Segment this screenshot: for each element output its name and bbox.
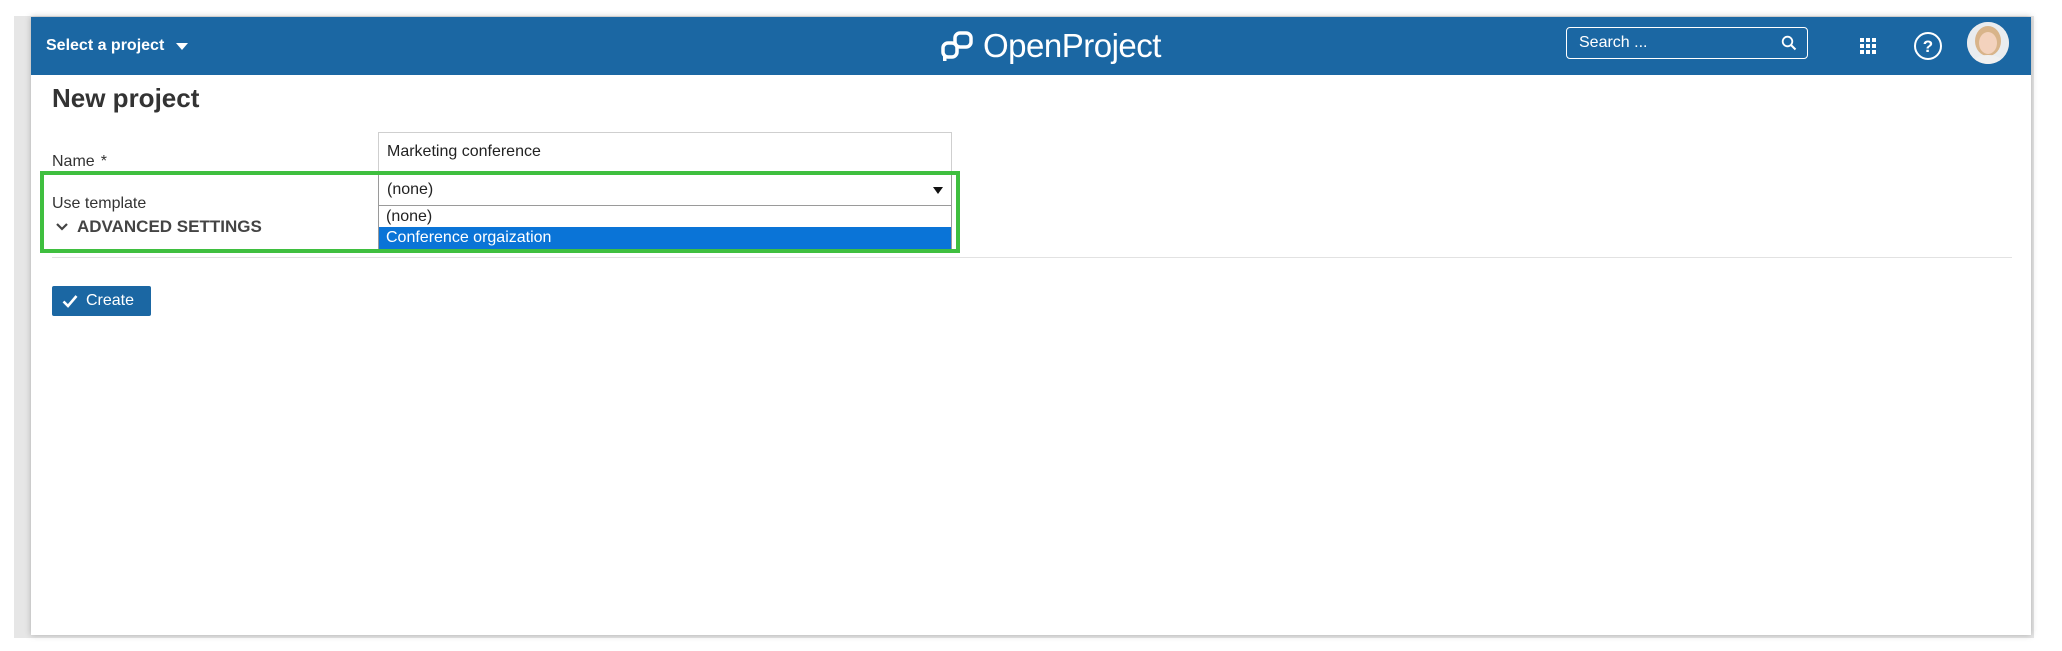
chevron-down-icon [176,42,189,50]
project-name-input[interactable]: Marketing conference [378,132,952,172]
name-field-label: Name * [52,153,107,171]
create-button-label: Create [86,292,135,309]
checkmark-icon [62,295,78,308]
search-input[interactable]: Search ... [1566,27,1808,59]
avatar-icon [1967,22,2009,64]
create-button[interactable]: Create [52,286,151,316]
help-button[interactable]: ? [1911,29,1945,63]
name-label-text: Name [52,153,95,170]
project-selector[interactable]: Select a project [46,33,189,59]
required-marker: * [100,153,107,170]
openproject-logo[interactable]: OpenProject [941,25,1161,67]
help-icon: ? [1914,32,1942,60]
user-avatar[interactable] [1967,22,2009,64]
svg-text:?: ? [1923,37,1933,56]
search-icon[interactable] [1781,35,1797,51]
page-title: New project [52,83,200,113]
top-navigation-bar: Select a project OpenProject Search ... [31,17,2031,75]
openproject-logo-icon [941,31,973,61]
logo-text: OpenProject [983,27,1161,64]
highlight-box [40,171,960,253]
project-selector-label: Select a project [46,37,165,54]
section-divider [52,257,2012,258]
modules-grid-button[interactable] [1851,29,1885,63]
grid-icon [1860,38,1876,54]
app-window: Select a project OpenProject Search ... [31,17,2031,635]
project-name-value: Marketing conference [387,143,541,160]
search-placeholder: Search ... [1579,34,1648,51]
